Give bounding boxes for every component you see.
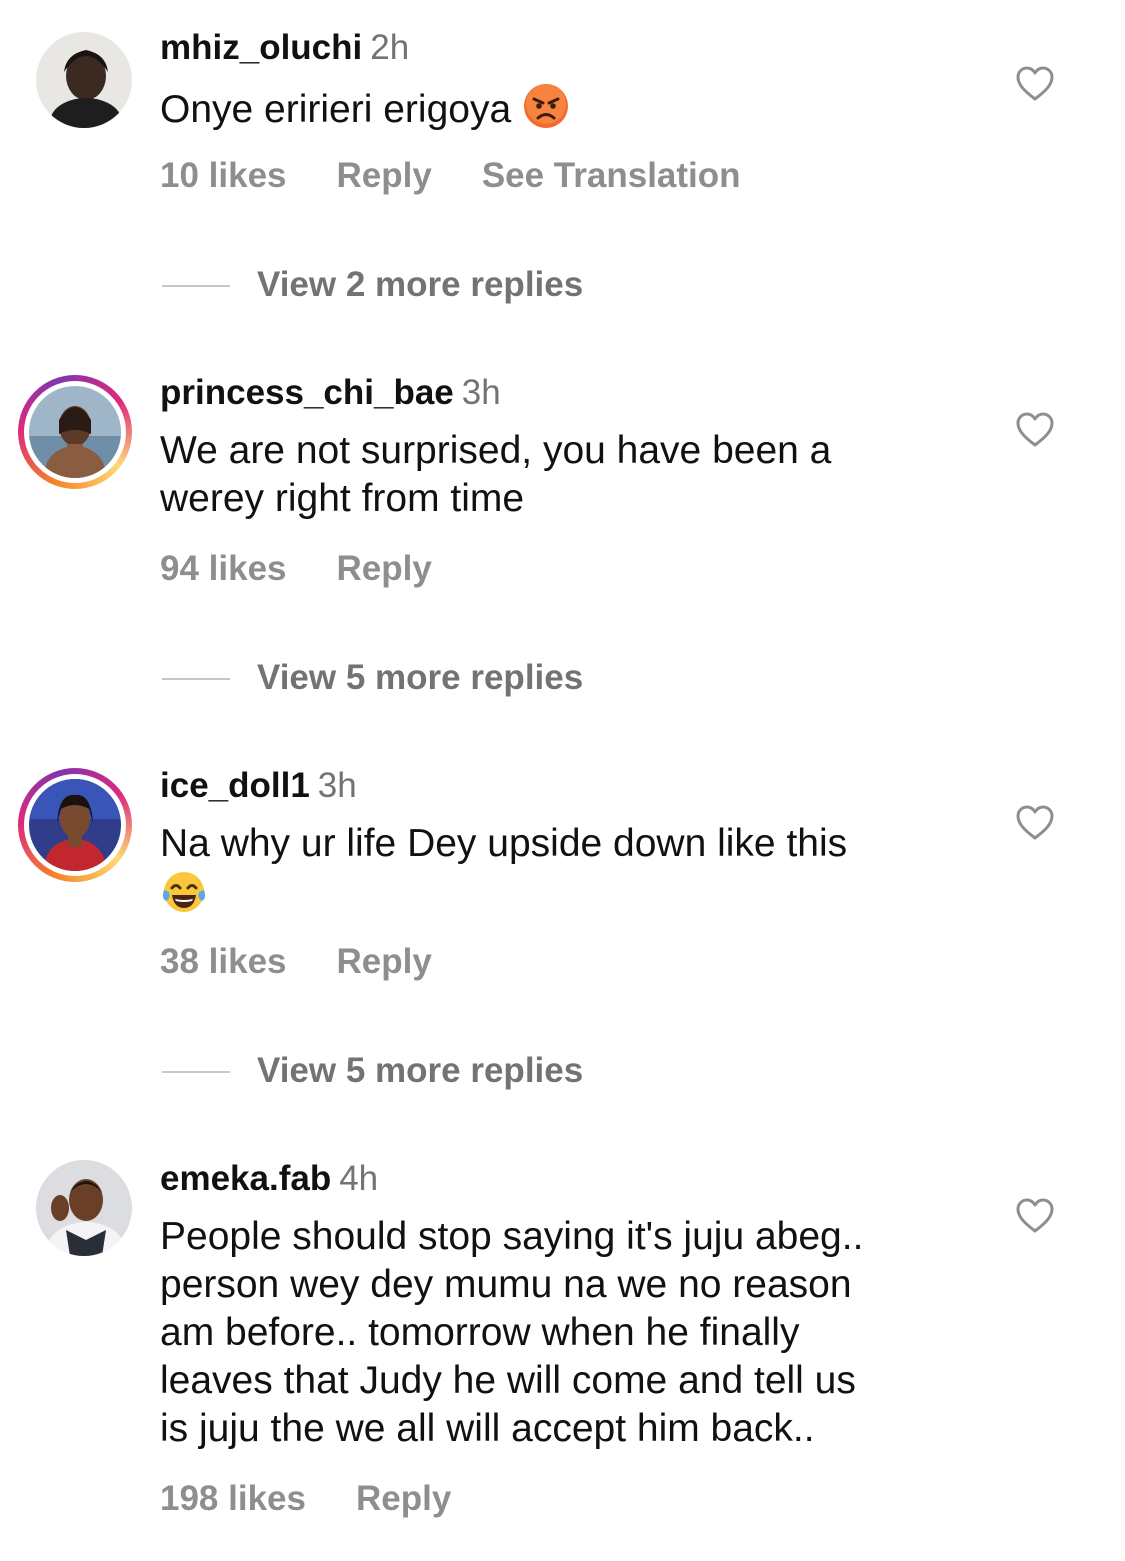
username[interactable]: princess_chi_bae xyxy=(160,373,454,412)
timestamp: 4h xyxy=(339,1159,379,1198)
comment-actions: 94 likes Reply xyxy=(160,549,482,589)
view-replies-label: View 5 more replies xyxy=(257,658,584,697)
view-replies-label: View 2 more replies xyxy=(257,265,584,304)
comment-text-line: Na why ur life Dey upside down like this xyxy=(160,822,848,865)
likes-count[interactable]: 38 likes xyxy=(160,942,287,981)
comment-actions: 10 likes Reply See Translation xyxy=(160,156,791,196)
username[interactable]: mhiz_oluchi xyxy=(160,28,362,67)
like-heart-icon[interactable] xyxy=(1013,62,1057,106)
comment-header: princess_chi_bae 3h xyxy=(160,373,501,413)
avatar[interactable] xyxy=(18,768,132,882)
comment-text: We are not surprised, you have been a we… xyxy=(160,427,980,523)
comment-text-line: Onye eririeri erigoya xyxy=(160,88,512,131)
timestamp: 2h xyxy=(370,28,410,67)
reply-button[interactable]: Reply xyxy=(337,156,432,195)
comment-text: Onye eririeri erigoya xyxy=(160,82,980,134)
replies-divider xyxy=(162,1071,230,1073)
laughing-tears-emoji xyxy=(160,868,208,916)
comment-text-line: is juju the we all will accept him back.… xyxy=(160,1407,815,1450)
comment-actions: 198 likes Reply xyxy=(160,1479,501,1519)
reply-button[interactable]: Reply xyxy=(337,942,432,981)
replies-divider xyxy=(162,678,230,680)
view-replies-label: View 5 more replies xyxy=(257,1051,584,1090)
comment-text-line: People should stop saying it's juju abeg… xyxy=(160,1215,864,1258)
angry-face-emoji xyxy=(522,82,570,130)
comment-header: emeka.fab 4h xyxy=(160,1159,378,1199)
comment-header: mhiz_oluchi 2h xyxy=(160,28,409,68)
comment-text-line: am before.. tomorrow when he finally xyxy=(160,1311,800,1354)
comment-text-line: We are not surprised, you have been a xyxy=(160,429,832,472)
username[interactable]: ice_doll1 xyxy=(160,766,310,805)
comment-text-line: werey right from time xyxy=(160,477,525,520)
comment-text: Na why ur life Dey upside down like this xyxy=(160,820,980,916)
emoji-line xyxy=(160,868,980,916)
timestamp: 3h xyxy=(461,373,501,412)
comment-header: ice_doll1 3h xyxy=(160,766,357,806)
likes-count[interactable]: 198 likes xyxy=(160,1479,306,1518)
comment-text-line: leaves that Judy he will come and tell u… xyxy=(160,1359,856,1402)
like-heart-icon[interactable] xyxy=(1013,1194,1057,1238)
comment-actions: 38 likes Reply xyxy=(160,942,482,982)
replies-divider xyxy=(162,285,230,287)
timestamp: 3h xyxy=(317,766,357,805)
avatar[interactable] xyxy=(36,1160,132,1256)
likes-count[interactable]: 10 likes xyxy=(160,156,287,195)
avatar[interactable] xyxy=(36,32,132,128)
username[interactable]: emeka.fab xyxy=(160,1159,331,1198)
see-translation-button[interactable]: See Translation xyxy=(482,156,741,195)
avatar[interactable] xyxy=(18,375,132,489)
comment-text-line: person wey dey mumu na we no reason xyxy=(160,1263,852,1306)
like-heart-icon[interactable] xyxy=(1013,408,1057,452)
reply-button[interactable]: Reply xyxy=(337,549,432,588)
reply-button[interactable]: Reply xyxy=(356,1479,451,1518)
like-heart-icon[interactable] xyxy=(1013,801,1057,845)
likes-count[interactable]: 94 likes xyxy=(160,549,287,588)
comment-text: People should stop saying it's juju abeg… xyxy=(160,1213,980,1453)
